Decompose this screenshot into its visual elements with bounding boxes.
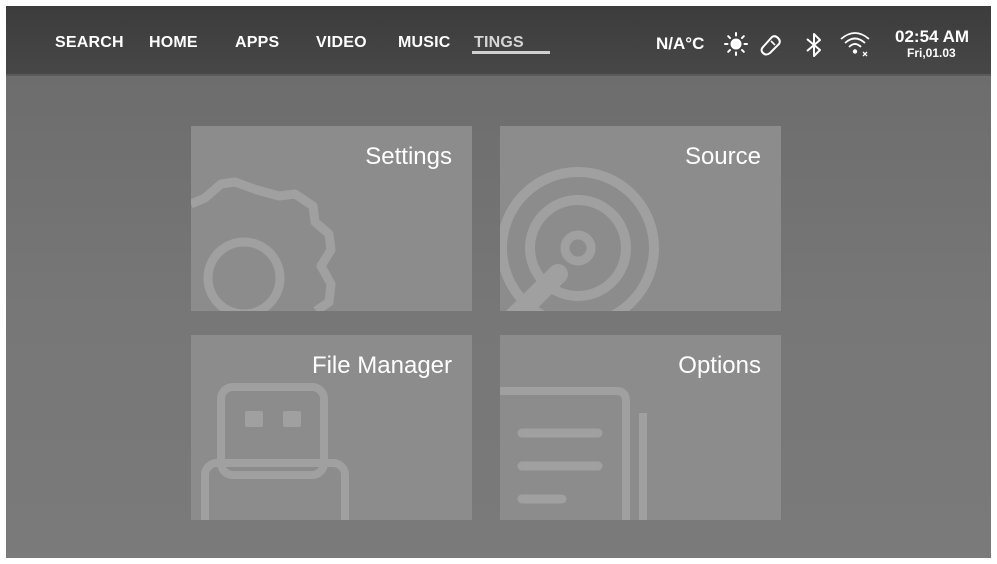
nav-video[interactable]: VIDEO xyxy=(316,34,367,52)
tile-settings-label: Settings xyxy=(365,143,452,170)
nav-settings[interactable]: TINGS xyxy=(474,34,524,52)
tile-source-label: Source xyxy=(684,143,761,170)
wifi-icon xyxy=(840,32,870,57)
top-bar: SEARCH HOME APPS VIDEO MUSIC TINGS N/A°C xyxy=(6,6,991,76)
tile-file-manager[interactable]: File Manager xyxy=(191,335,472,520)
nav-search[interactable]: SEARCH xyxy=(55,34,124,52)
remote-icon xyxy=(760,35,781,56)
bluetooth-icon xyxy=(806,33,821,57)
tile-settings[interactable]: Settings xyxy=(191,126,472,311)
nav-music[interactable]: MUSIC xyxy=(398,34,451,52)
nav-home[interactable]: HOME xyxy=(149,34,198,52)
launcher-screen: SEARCH HOME APPS VIDEO MUSIC TINGS N/A°C xyxy=(6,6,991,558)
tile-options-label: Options xyxy=(678,352,761,379)
nav-apps[interactable]: APPS xyxy=(235,34,279,52)
temperature-readout: N/A°C xyxy=(656,34,705,53)
sun-icon xyxy=(724,32,748,56)
clock-time: 02:54 AM xyxy=(895,27,970,46)
tile-options[interactable]: Options xyxy=(500,335,781,520)
tile-file-manager-label: File Manager xyxy=(311,352,452,379)
tile-source[interactable]: Source xyxy=(500,126,781,311)
nav-active-indicator xyxy=(472,51,550,54)
clock-date: Fri,01.03 xyxy=(907,46,956,60)
